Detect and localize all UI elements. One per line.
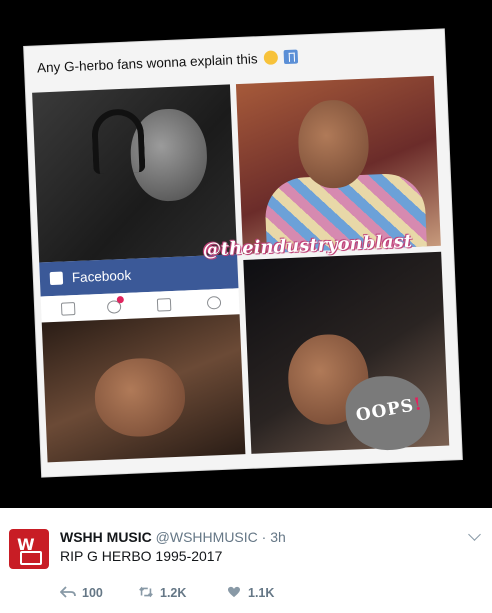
- globe-icon: [206, 295, 222, 310]
- share-icon: [283, 49, 299, 65]
- handle[interactable]: @WSHHMUSIC: [156, 529, 258, 545]
- face-with-tears-of-joy-icon: [263, 50, 279, 65]
- photo-headphones: [32, 84, 238, 263]
- wshh-logo-box: [20, 551, 42, 565]
- heart-icon: [228, 586, 240, 598]
- meme-collage: Any G-herbo fans wonna explain this Face…: [24, 29, 462, 477]
- separator: ·: [257, 529, 271, 545]
- reply-count: 100: [82, 586, 103, 600]
- facebook-icon: [49, 271, 64, 286]
- tweet-text: RIP G HERBO 1995-2017: [60, 548, 223, 564]
- tweet-header: WSHH MUSIC @WSHHMUSIC · 3h: [60, 529, 286, 545]
- display-name[interactable]: WSHH MUSIC: [60, 529, 152, 545]
- reply-icon: [60, 586, 76, 598]
- headphones-icon: [90, 108, 146, 175]
- photo-floral-shirt: [235, 75, 441, 254]
- retweet-icon: [139, 586, 153, 598]
- meme-caption-text: Any G-herbo fans wonna explain this: [36, 51, 258, 76]
- notification-dot: [116, 296, 124, 304]
- facebook-label: Facebook: [71, 267, 132, 286]
- tweet-media[interactable]: Any G-herbo fans wonna explain this Face…: [0, 0, 492, 508]
- like-button[interactable]: 1.1K: [226, 586, 274, 600]
- reply-button[interactable]: 100: [60, 586, 103, 600]
- marketplace-icon: [156, 298, 172, 312]
- timestamp[interactable]: 3h: [270, 529, 286, 545]
- photo-lying-down: [41, 314, 246, 463]
- like-count: 1.1K: [248, 586, 275, 600]
- person-face: [93, 356, 187, 439]
- avatar[interactable]: W: [9, 529, 49, 569]
- news-feed-icon: [60, 302, 76, 316]
- meme-caption: Any G-herbo fans wonna explain this: [36, 49, 299, 76]
- retweet-button[interactable]: 1.2K: [138, 586, 186, 600]
- retweet-count: 1.2K: [160, 586, 187, 600]
